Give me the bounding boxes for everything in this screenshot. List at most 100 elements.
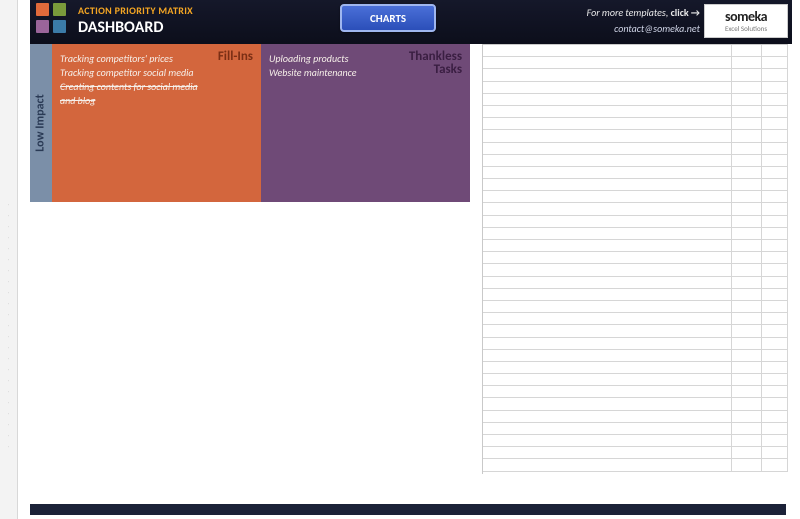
task-item[interactable]: Tracking competitor social media <box>60 66 210 80</box>
cell[interactable] <box>483 228 732 239</box>
cell[interactable] <box>762 167 788 178</box>
cell[interactable] <box>483 240 732 251</box>
table-row[interactable] <box>483 191 788 203</box>
table-row[interactable] <box>483 435 788 447</box>
cell[interactable] <box>732 423 762 434</box>
cell[interactable] <box>483 313 732 324</box>
cell[interactable] <box>762 277 788 288</box>
cell[interactable] <box>732 130 762 141</box>
cell[interactable] <box>483 362 732 373</box>
table-row[interactable] <box>483 106 788 118</box>
table-row[interactable] <box>483 398 788 410</box>
cell[interactable] <box>762 313 788 324</box>
table-row[interactable] <box>483 411 788 423</box>
cell[interactable] <box>732 289 762 300</box>
table-row[interactable] <box>483 301 788 313</box>
cell[interactable] <box>732 191 762 202</box>
cell[interactable] <box>732 69 762 80</box>
cell[interactable] <box>732 167 762 178</box>
cell[interactable] <box>483 57 732 68</box>
cell[interactable] <box>762 69 788 80</box>
cell[interactable] <box>732 447 762 458</box>
table-row[interactable] <box>483 313 788 325</box>
cell[interactable] <box>762 118 788 129</box>
cell[interactable] <box>732 277 762 288</box>
cell[interactable] <box>732 338 762 349</box>
cell[interactable] <box>732 374 762 385</box>
cell[interactable] <box>732 398 762 409</box>
table-row[interactable] <box>483 130 788 142</box>
cell[interactable] <box>762 338 788 349</box>
table-row[interactable] <box>483 143 788 155</box>
cell[interactable] <box>762 240 788 251</box>
cell[interactable] <box>732 45 762 56</box>
table-row[interactable] <box>483 216 788 228</box>
cell[interactable] <box>483 289 732 300</box>
table-row[interactable] <box>483 374 788 386</box>
cell[interactable] <box>483 435 732 446</box>
cell[interactable] <box>732 216 762 227</box>
table-row[interactable] <box>483 447 788 459</box>
cell[interactable] <box>762 386 788 397</box>
cell[interactable] <box>762 301 788 312</box>
cell[interactable] <box>732 313 762 324</box>
cell[interactable] <box>483 252 732 263</box>
data-grid[interactable] <box>482 44 788 474</box>
cell[interactable] <box>732 301 762 312</box>
cell[interactable] <box>483 167 732 178</box>
cell[interactable] <box>762 94 788 105</box>
cell[interactable] <box>483 106 732 117</box>
cell[interactable] <box>732 203 762 214</box>
cell[interactable] <box>483 325 732 336</box>
cell[interactable] <box>732 362 762 373</box>
cell[interactable] <box>762 106 788 117</box>
cell[interactable] <box>483 264 732 275</box>
cell[interactable] <box>762 143 788 154</box>
cell[interactable] <box>732 118 762 129</box>
table-row[interactable] <box>483 277 788 289</box>
table-row[interactable] <box>483 459 788 471</box>
cell[interactable] <box>483 459 732 470</box>
cell[interactable] <box>732 228 762 239</box>
task-item[interactable]: Creating contents for social media and b… <box>60 80 210 108</box>
table-row[interactable] <box>483 155 788 167</box>
cell[interactable] <box>483 179 732 190</box>
cell[interactable] <box>483 143 732 154</box>
contact-email[interactable]: contact@someka.net <box>614 22 700 35</box>
cell[interactable] <box>483 82 732 93</box>
cell[interactable] <box>732 240 762 251</box>
table-row[interactable] <box>483 167 788 179</box>
cell[interactable] <box>762 398 788 409</box>
cell[interactable] <box>483 94 732 105</box>
cell[interactable] <box>483 155 732 166</box>
cell[interactable] <box>762 350 788 361</box>
cell[interactable] <box>762 435 788 446</box>
charts-button[interactable]: CHARTS <box>340 4 436 32</box>
table-row[interactable] <box>483 264 788 276</box>
cell[interactable] <box>732 57 762 68</box>
cell[interactable] <box>762 228 788 239</box>
cell[interactable] <box>762 45 788 56</box>
cell[interactable] <box>762 57 788 68</box>
table-row[interactable] <box>483 69 788 81</box>
table-row[interactable] <box>483 325 788 337</box>
cell[interactable] <box>762 130 788 141</box>
cell[interactable] <box>732 82 762 93</box>
cell[interactable] <box>483 423 732 434</box>
table-row[interactable] <box>483 289 788 301</box>
task-item[interactable]: Uploading products <box>269 52 419 66</box>
task-item[interactable]: Website maintenance <box>269 66 419 80</box>
cell[interactable] <box>762 191 788 202</box>
cell[interactable] <box>732 94 762 105</box>
cell[interactable] <box>483 301 732 312</box>
cell[interactable] <box>762 374 788 385</box>
table-row[interactable] <box>483 362 788 374</box>
cell[interactable] <box>732 325 762 336</box>
cell[interactable] <box>762 216 788 227</box>
cell[interactable] <box>762 459 788 470</box>
cell[interactable] <box>762 289 788 300</box>
cell[interactable] <box>732 179 762 190</box>
cell[interactable] <box>762 82 788 93</box>
table-row[interactable] <box>483 350 788 362</box>
cell[interactable] <box>732 350 762 361</box>
